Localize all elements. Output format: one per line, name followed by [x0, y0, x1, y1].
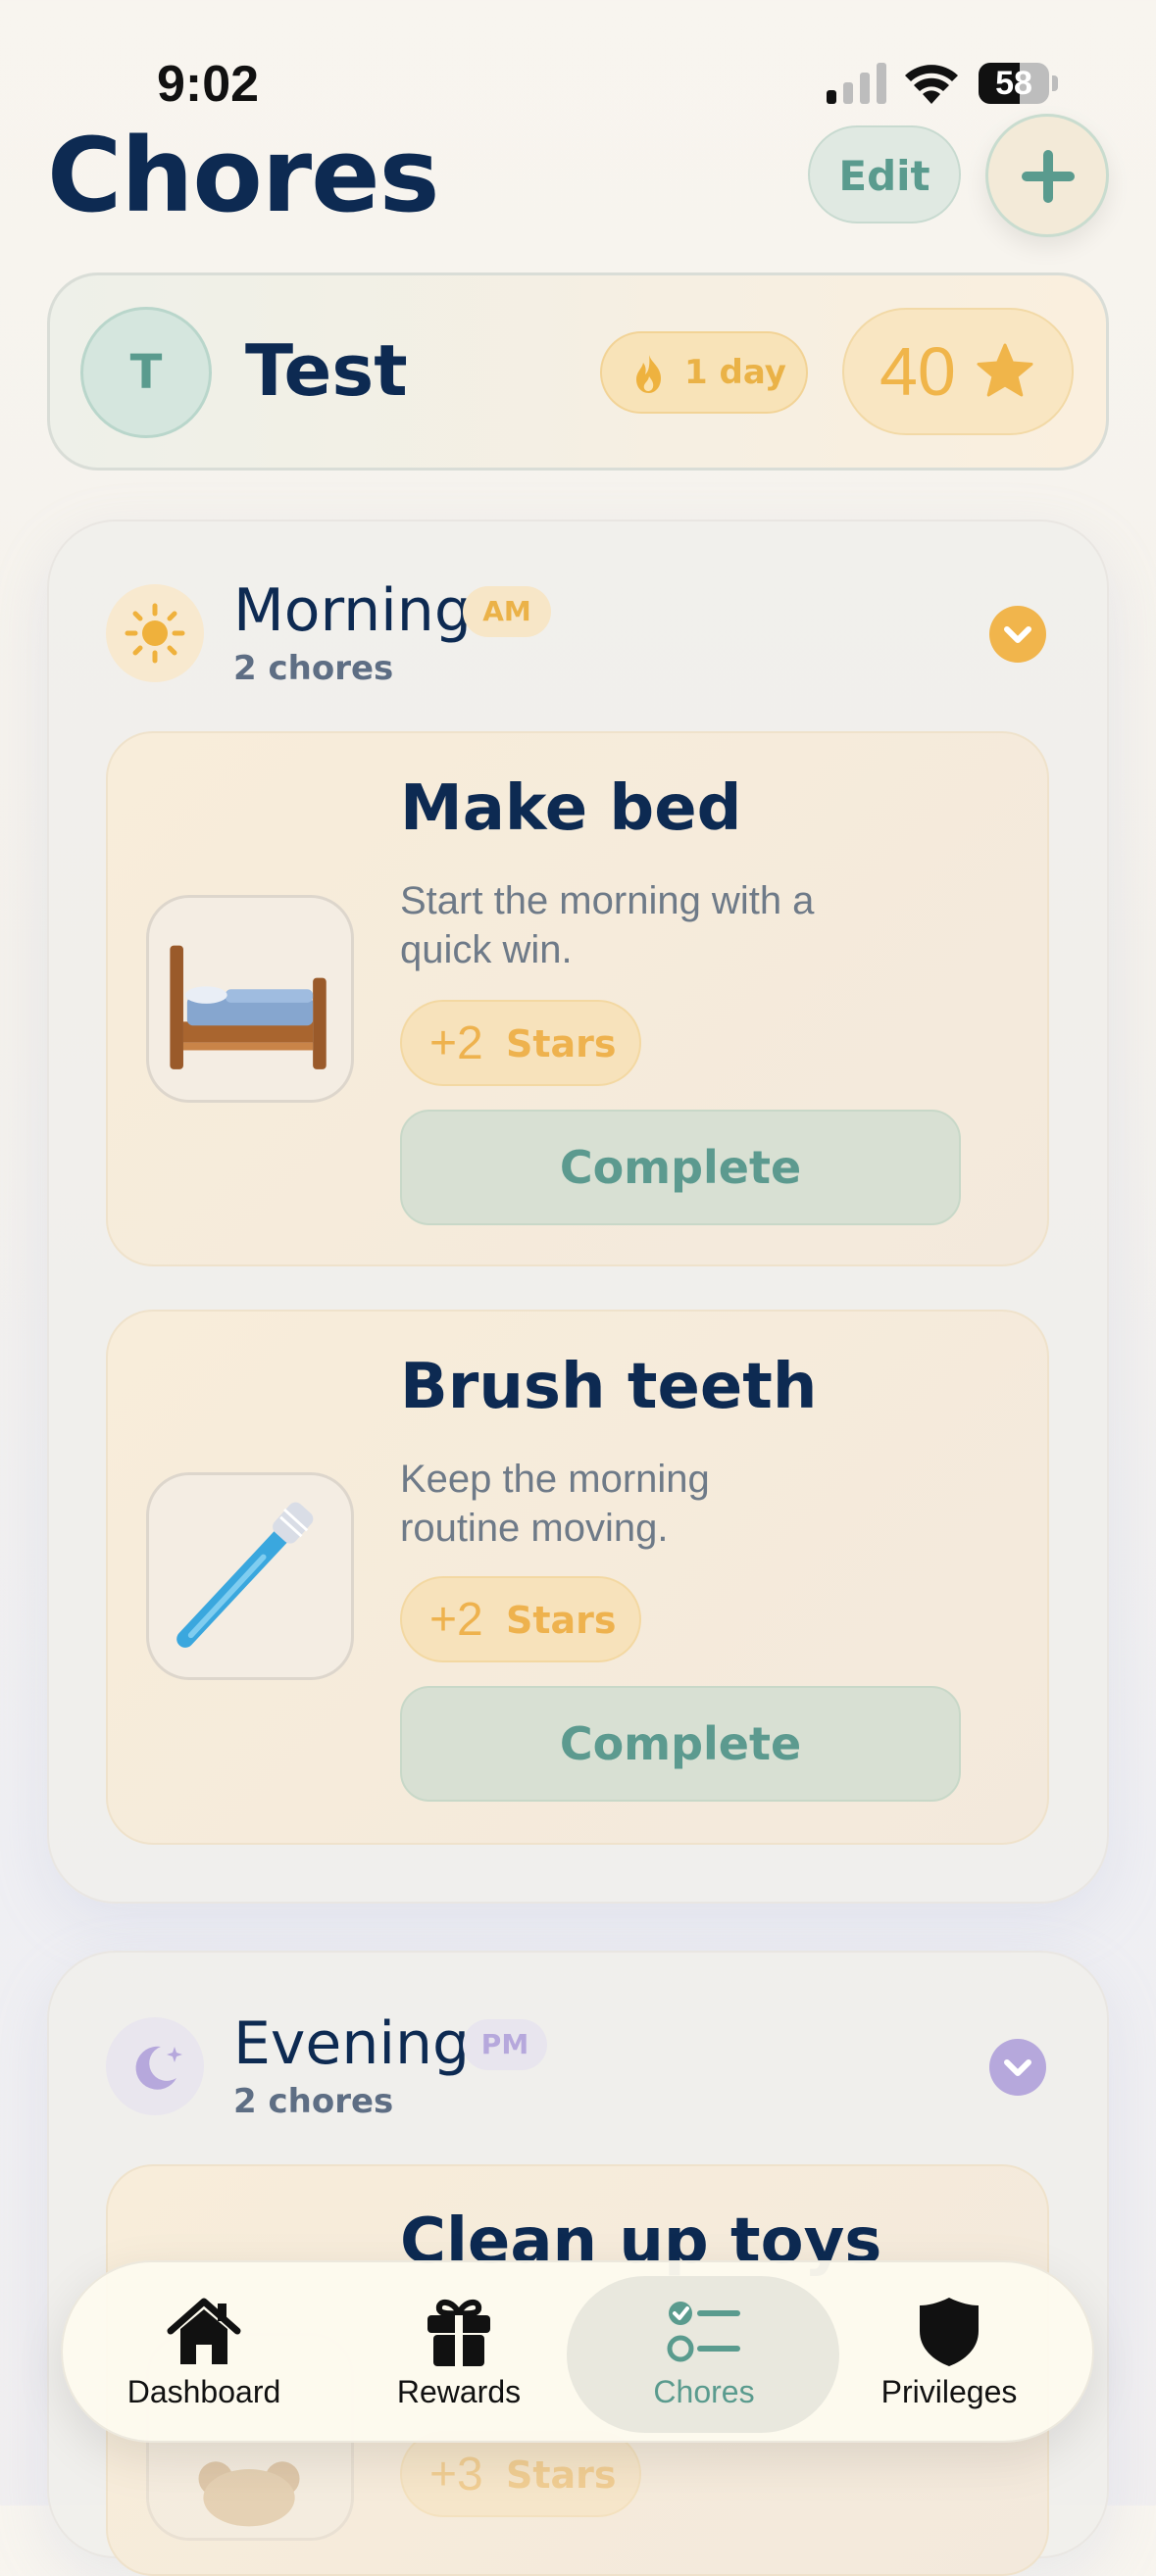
stars-total: 40	[880, 333, 956, 410]
tab-chores[interactable]: Chores	[596, 2262, 812, 2441]
reward-badge: +3 Stars	[400, 2431, 641, 2517]
section-badge-am: AM	[463, 586, 551, 637]
chore-title: Brush teeth	[400, 1351, 818, 1423]
reward-label: Stars	[506, 1599, 617, 1642]
gift-icon	[427, 2300, 490, 2366]
stars-total-badge: 40	[842, 308, 1074, 435]
reward-value: +2	[429, 1594, 483, 1646]
collapse-evening-button[interactable]	[989, 2039, 1046, 2096]
chevron-down-icon	[1004, 626, 1031, 643]
tab-rewards[interactable]: Rewards	[351, 2262, 567, 2441]
profile-name: Test	[245, 329, 408, 412]
streak-badge: 1 day	[600, 331, 808, 414]
edit-button[interactable]: Edit	[808, 125, 961, 223]
battery-percent: 58	[995, 65, 1032, 102]
tab-label: Chores	[653, 2374, 755, 2409]
cellular-signal-icon	[827, 63, 886, 104]
status-time: 9:02	[157, 56, 260, 113]
complete-button[interactable]: Complete	[400, 1686, 961, 1802]
section-title-morning: Morning	[233, 576, 472, 645]
chore-title: Make bed	[400, 772, 742, 845]
chore-image	[146, 895, 354, 1103]
tab-label: Dashboard	[126, 2374, 281, 2409]
reward-value: +3	[429, 2449, 483, 2501]
add-chore-button[interactable]	[985, 114, 1109, 237]
collapse-morning-button[interactable]	[989, 606, 1046, 663]
reward-label: Stars	[506, 2453, 617, 2497]
chore-description: Keep the morning routine moving.	[400, 1458, 710, 1550]
sun-icon	[106, 584, 204, 682]
avatar: T	[80, 307, 212, 438]
tab-bar: Dashboard Rewards Chores Privileges	[61, 2260, 1094, 2443]
moon-icon	[106, 2017, 204, 2115]
bed-icon	[170, 945, 327, 1069]
star-icon	[977, 343, 1033, 397]
house-icon	[167, 2298, 241, 2364]
toothbrush-icon	[176, 1502, 314, 1648]
tab-label: Privileges	[880, 2374, 1018, 2409]
checklist-icon	[667, 2302, 740, 2362]
reward-badge: +2 Stars	[400, 1000, 641, 1086]
reward-badge: +2 Stars	[400, 1576, 641, 1662]
tab-label: Rewards	[396, 2374, 522, 2409]
chore-image	[146, 1472, 354, 1680]
complete-button[interactable]: Complete	[400, 1110, 961, 1225]
page-title: Chores	[47, 116, 440, 235]
chevron-down-icon	[1004, 2059, 1031, 2076]
battery-indicator: 58	[979, 63, 1059, 104]
reward-label: Stars	[506, 1022, 617, 1065]
reward-value: +2	[429, 1017, 483, 1069]
plus-icon	[1022, 150, 1075, 203]
section-count-evening: 2 chores	[233, 2082, 394, 2121]
wifi-icon	[905, 65, 958, 104]
flame-icon	[636, 355, 661, 393]
shield-icon	[920, 2298, 979, 2366]
chore-description: Start the morning with a quick win.	[400, 879, 815, 971]
tab-privileges[interactable]: Privileges	[841, 2262, 1057, 2441]
section-badge-pm: PM	[463, 2019, 547, 2070]
streak-text: 1 day	[684, 353, 786, 392]
section-title-evening: Evening	[233, 2009, 471, 2078]
section-count-morning: 2 chores	[233, 649, 394, 688]
tab-dashboard[interactable]: Dashboard	[96, 2262, 312, 2441]
